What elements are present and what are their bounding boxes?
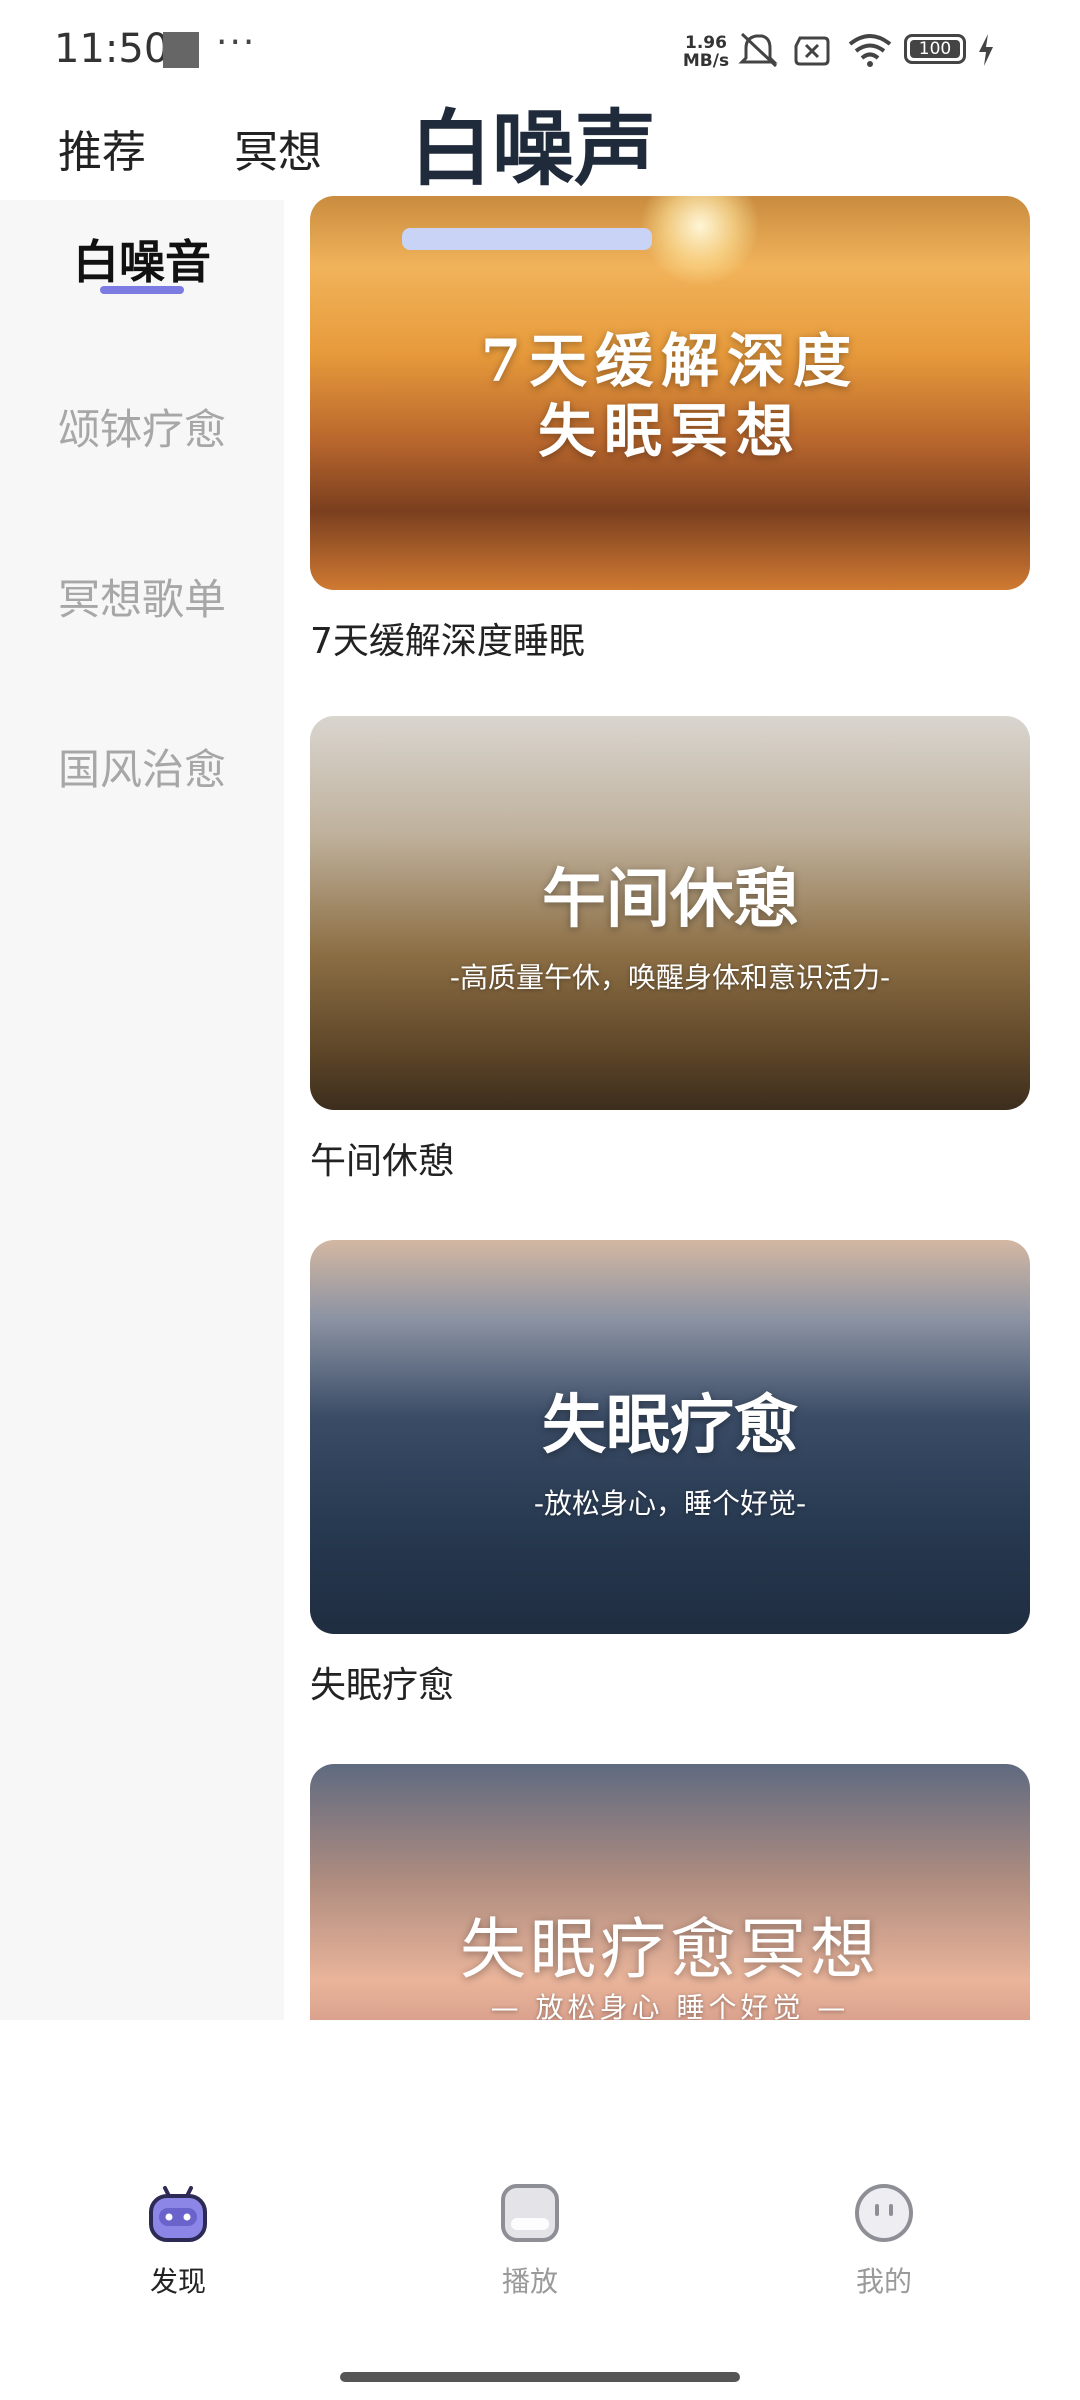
card-overlay-title: 午间休憩 [542, 862, 798, 937]
card-overlay-title: 失眠疗愈冥想 [460, 1911, 880, 1988]
charging-icon [979, 34, 993, 66]
bottom-nav: 发现 播放 我的 [0, 2180, 1080, 2330]
player-icon [501, 2184, 559, 2242]
app-notification-icon [163, 32, 199, 68]
sidebar-active-indicator [100, 286, 184, 294]
card-cover-image[interactable]: 失眠疗愈 -放松身心，睡个好觉- [310, 1240, 1030, 1634]
mute-icon [738, 32, 778, 68]
card-title: 失眠疗愈 [310, 1665, 455, 1706]
content-card[interactable]: 失眠疗愈 -放松身心，睡个好觉- 失眠疗愈 [310, 1240, 1030, 1708]
sun-glow [640, 196, 760, 286]
nav-discover[interactable]: 发现 [78, 2180, 278, 2300]
tab-white-noise[interactable]: 白噪声 [410, 82, 656, 201]
active-tab-highlight [402, 228, 652, 250]
sidebar-item-white-noise[interactable]: 白噪音 [0, 226, 284, 292]
more-notifications-icon: ··· [216, 22, 257, 63]
battery-level: 100 [910, 40, 960, 58]
card-overlay-title-line2: 失眠冥想 [537, 397, 802, 465]
battery-icon: 100 [904, 34, 966, 64]
network-speed-unit: MB/s [682, 51, 730, 71]
sidebar-item-chinese-style[interactable]: 国风治愈 [0, 736, 284, 797]
profile-face-icon [855, 2184, 913, 2242]
card-cover-image[interactable]: 午间休憩 -高质量午休，唤醒身体和意识活力- [310, 716, 1030, 1110]
tab-recommend[interactable]: 推荐 [58, 116, 146, 180]
category-sidebar: 白噪音 颂钵疗愈 冥想歌单 国风治愈 [0, 200, 284, 2020]
wifi-icon [848, 34, 892, 67]
content-card[interactable]: 午间休憩 -高质量午休，唤醒身体和意识活力- 午间休憩 [310, 716, 1030, 1184]
network-speed-value: 1.96 [685, 33, 727, 53]
status-bar: 11:50 ··· 1.96 MB/s 100 [0, 0, 1080, 90]
card-overlay-subtitle: -放松身心，睡个好觉- [533, 1487, 807, 1520]
sim-error-icon [794, 36, 830, 66]
sidebar-item-meditation-playlist[interactable]: 冥想歌单 [0, 566, 284, 627]
nav-label: 发现 [149, 2265, 206, 2298]
card-title: 午间休憩 [310, 1141, 455, 1182]
nav-label: 我的 [855, 2265, 912, 2298]
nav-mine[interactable]: 我的 [784, 2180, 984, 2300]
card-overlay-subtitle: -高质量午休，唤醒身体和意识活力- [449, 961, 891, 994]
status-time: 11:50 [54, 26, 170, 72]
home-indicator[interactable] [340, 2372, 740, 2382]
robot-face-icon [149, 2186, 207, 2242]
sidebar-item-singing-bowl[interactable]: 颂钵疗愈 [0, 396, 284, 457]
nav-play[interactable]: 播放 [430, 2180, 630, 2300]
nav-label: 播放 [501, 2265, 558, 2298]
content-card[interactable]: 7天缓解深度 失眠冥想 7天缓解深度睡眠 [310, 196, 1030, 664]
card-overlay-title: 失眠疗愈 [542, 1388, 798, 1463]
app-screen: 11:50 ··· 1.96 MB/s 100 推荐 冥想 白噪声 白噪音 颂钵… [0, 0, 1080, 2400]
card-title: 7天缓解深度睡眠 [310, 621, 585, 662]
network-speed: 1.96 MB/s [676, 34, 736, 70]
tab-meditation[interactable]: 冥想 [234, 116, 322, 180]
card-cover-image[interactable]: 7天缓解深度 失眠冥想 [310, 196, 1030, 590]
top-tab-bar: 推荐 冥想 白噪声 [0, 90, 1080, 250]
